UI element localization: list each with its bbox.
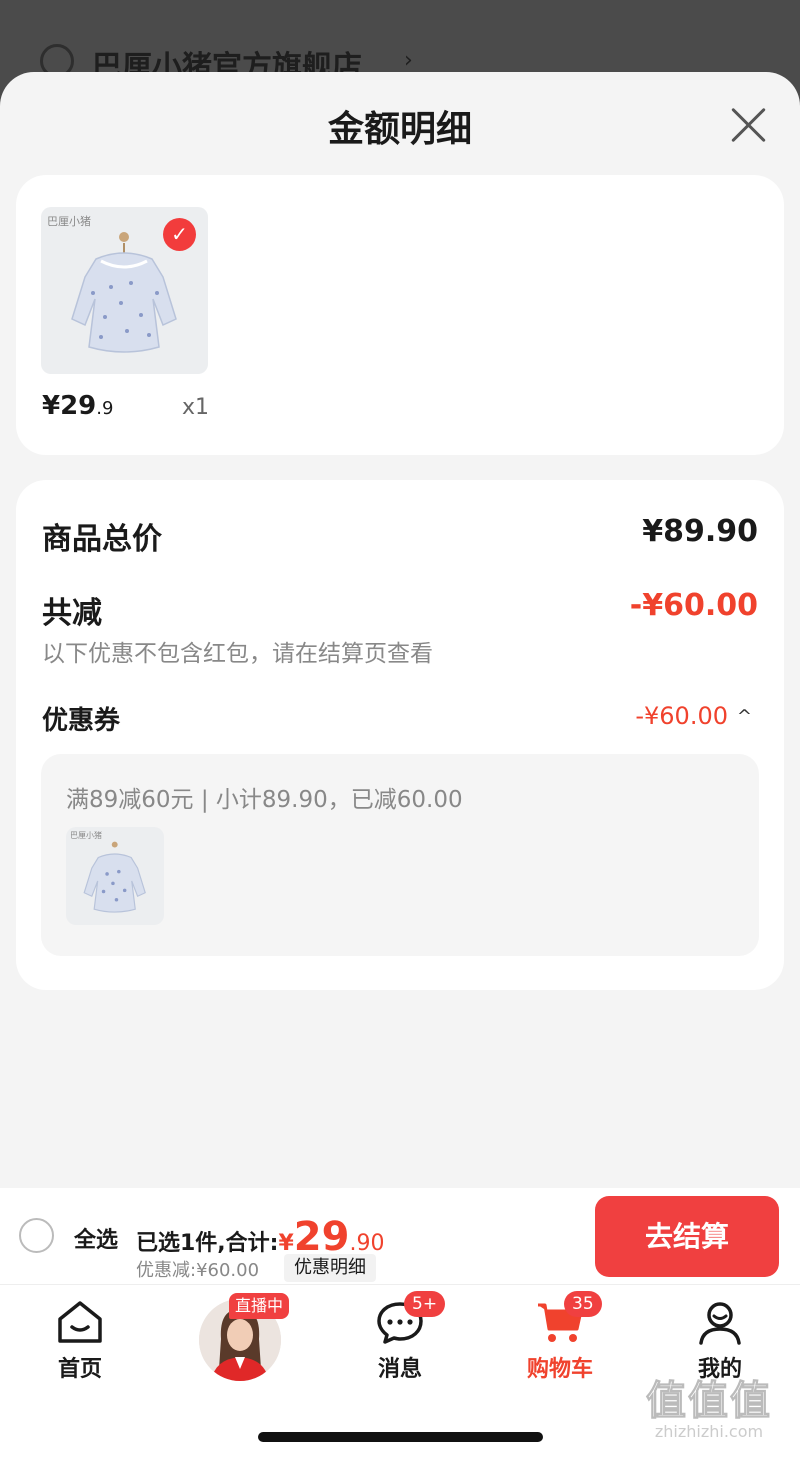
tab-messages[interactable]: 5+ 消息 xyxy=(320,1285,480,1395)
checked-icon[interactable]: ✓ xyxy=(163,218,196,251)
user-icon xyxy=(699,1302,741,1345)
sheet-title: 金额明细 xyxy=(327,109,472,150)
total-amount-dec: .90 xyxy=(349,1231,385,1256)
close-icon[interactable] xyxy=(730,106,768,144)
watermark-url: zhizhizhi.com xyxy=(654,1422,764,1441)
coupon-label: 优惠券 xyxy=(42,706,121,736)
site-watermark: 值值值 zhizhizhi.com xyxy=(646,1368,772,1442)
goods-total-value: ¥89.90 xyxy=(642,514,758,549)
chevron-up-icon[interactable]: ^ xyxy=(737,706,752,727)
coupon-detail-box: 满89减60元 | 小计89.90，已减60.00 巴厘小猪 xyxy=(41,754,759,956)
coupon-value[interactable]: -¥60.00 xyxy=(635,702,728,730)
items-card: 巴厘小猪 ✓ ¥29.9 x1 xyxy=(16,175,784,455)
checkout-button[interactable]: 去结算 xyxy=(595,1196,779,1277)
item-price-int: ¥29 xyxy=(42,391,97,421)
item-price-dec: .9 xyxy=(96,398,114,419)
price-summary-card: 商品总价 ¥89.90 共减 -¥60.00 以下优惠不包含红包，请在结算页查看… xyxy=(16,480,784,990)
home-icon xyxy=(58,1301,102,1343)
messages-badge: 5+ xyxy=(404,1291,446,1317)
cart-badge: 35 xyxy=(564,1291,602,1317)
discount-detail-button[interactable]: 优惠明细 xyxy=(284,1254,376,1282)
amount-detail-sheet: 金额明细 巴厘小猪 ✓ ¥29.9 x1 商品总价 ¥89.90 共减 -¥60… xyxy=(0,72,800,1188)
tab-cart[interactable]: 35 购物车 xyxy=(480,1285,640,1395)
discount-note: 以下优惠不包含红包，请在结算页查看 xyxy=(42,641,433,667)
tab-cart-label: 购物车 xyxy=(526,1357,593,1382)
discount-amount: 优惠减:¥60.00 xyxy=(136,1260,260,1281)
item-quantity: x1 xyxy=(182,395,210,420)
tab-home-label: 首页 xyxy=(57,1357,102,1382)
tab-messages-label: 消息 xyxy=(377,1357,422,1382)
watermark-logo: 值值值 xyxy=(646,1378,772,1425)
select-all-label[interactable]: 全选 xyxy=(74,1222,118,1254)
tab-home[interactable]: 首页 xyxy=(0,1285,160,1395)
goods-total-label: 商品总价 xyxy=(42,522,162,557)
item-price: ¥29.9 xyxy=(42,391,113,421)
select-all-radio[interactable] xyxy=(19,1218,54,1253)
checkout-bar: 全选 已选1件,合计:¥29.90 优惠减:¥60.00 优惠明细 去结算 xyxy=(0,1188,800,1284)
chevron-right-icon: › xyxy=(404,48,413,73)
dress-image xyxy=(83,841,146,913)
reduced-label: 共减 xyxy=(42,596,102,631)
coupon-detail-text: 满89减60元 | 小计89.90，已减60.00 xyxy=(66,787,463,813)
selected-text: 已选1件,合计: xyxy=(136,1231,279,1256)
total-currency: ¥ xyxy=(278,1231,294,1256)
live-badge: 直播中 xyxy=(229,1293,290,1319)
home-indicator xyxy=(258,1432,543,1442)
coupon-product-thumbnail[interactable]: 巴厘小猪 xyxy=(66,827,164,925)
reduced-value: -¥60.00 xyxy=(629,588,758,623)
